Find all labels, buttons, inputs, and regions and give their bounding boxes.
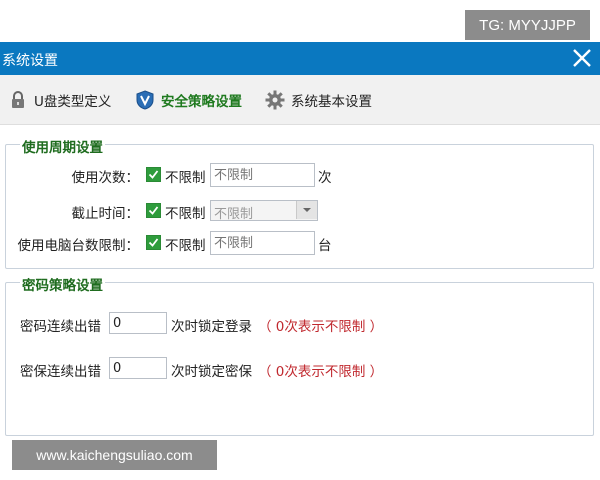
- pc-limit-unlimited-label: 不限制: [165, 238, 206, 254]
- password-policy-panel: 密码策略设置 密码连续出错 次时锁定登录 （ 0次表示不限制 ） 密保连续出错 …: [5, 274, 594, 436]
- window-titlebar: 系统设置: [0, 42, 600, 75]
- toolbar: U盘类型定义 安全策略设置 系统基本设置: [0, 75, 600, 125]
- watermark-bottom: www.kaichengsuliao.com: [12, 440, 217, 470]
- check-icon: [148, 238, 159, 247]
- usage-count-unlimited-checkbox[interactable]: [146, 167, 161, 182]
- window-title: 系统设置: [2, 53, 58, 69]
- password-error-input[interactable]: [109, 312, 167, 334]
- gear-icon: [265, 90, 285, 110]
- tab-system-basic-label: 系统基本设置: [291, 93, 372, 110]
- expiry-unlimited-checkbox[interactable]: [146, 203, 161, 218]
- pc-limit-label: 使用电脑台数限制：: [17, 238, 140, 254]
- security-question-error-suffix: 次时锁定密保: [171, 364, 252, 380]
- expiry-time-select[interactable]: 不限制: [210, 200, 318, 222]
- close-button[interactable]: [570, 46, 594, 70]
- expiry-time-label: 截止时间：: [71, 206, 140, 222]
- watermark-top: TG: MYYJJPP: [465, 10, 590, 40]
- expiry-unlimited-label: 不限制: [165, 206, 206, 222]
- tab-usb-type[interactable]: U盘类型定义: [8, 75, 111, 124]
- security-question-error-input[interactable]: [109, 357, 167, 379]
- check-icon: [148, 170, 159, 179]
- lock-icon: [8, 90, 28, 110]
- pc-limit-unlimited-checkbox[interactable]: [146, 235, 161, 250]
- shield-icon: [135, 89, 155, 110]
- chevron-down-icon: [296, 201, 317, 219]
- pc-limit-unit: 台: [318, 238, 332, 254]
- usage-count-label: 使用次数：: [71, 170, 140, 186]
- tab-security-policy-label: 安全策略设置: [161, 93, 242, 110]
- password-error-hint: （ 0次表示不限制 ）: [258, 319, 384, 335]
- password-error-label: 密码连续出错: [20, 319, 101, 335]
- pc-limit-input[interactable]: [210, 231, 315, 255]
- usage-count-unit: 次: [318, 170, 332, 186]
- usage-period-panel: 使用周期设置 使用次数： 不限制 次 截止时间： 不限制 不限制 使用电脑台数限…: [5, 136, 594, 269]
- expiry-time-select-value: 不限制: [214, 207, 254, 222]
- tab-security-policy[interactable]: 安全策略设置: [135, 75, 242, 124]
- tab-usb-type-label: U盘类型定义: [34, 93, 112, 110]
- check-icon: [148, 206, 159, 215]
- security-question-error-label: 密保连续出错: [20, 364, 101, 380]
- tab-system-basic[interactable]: 系统基本设置: [265, 75, 372, 124]
- security-question-error-hint: （ 0次表示不限制 ）: [258, 364, 384, 380]
- usage-count-unlimited-label: 不限制: [165, 170, 206, 186]
- close-icon: [573, 49, 591, 67]
- password-error-suffix: 次时锁定登录: [171, 319, 252, 335]
- password-policy-legend: 密码策略设置: [20, 274, 105, 294]
- usage-count-input[interactable]: [210, 163, 315, 187]
- usage-period-legend: 使用周期设置: [20, 136, 105, 156]
